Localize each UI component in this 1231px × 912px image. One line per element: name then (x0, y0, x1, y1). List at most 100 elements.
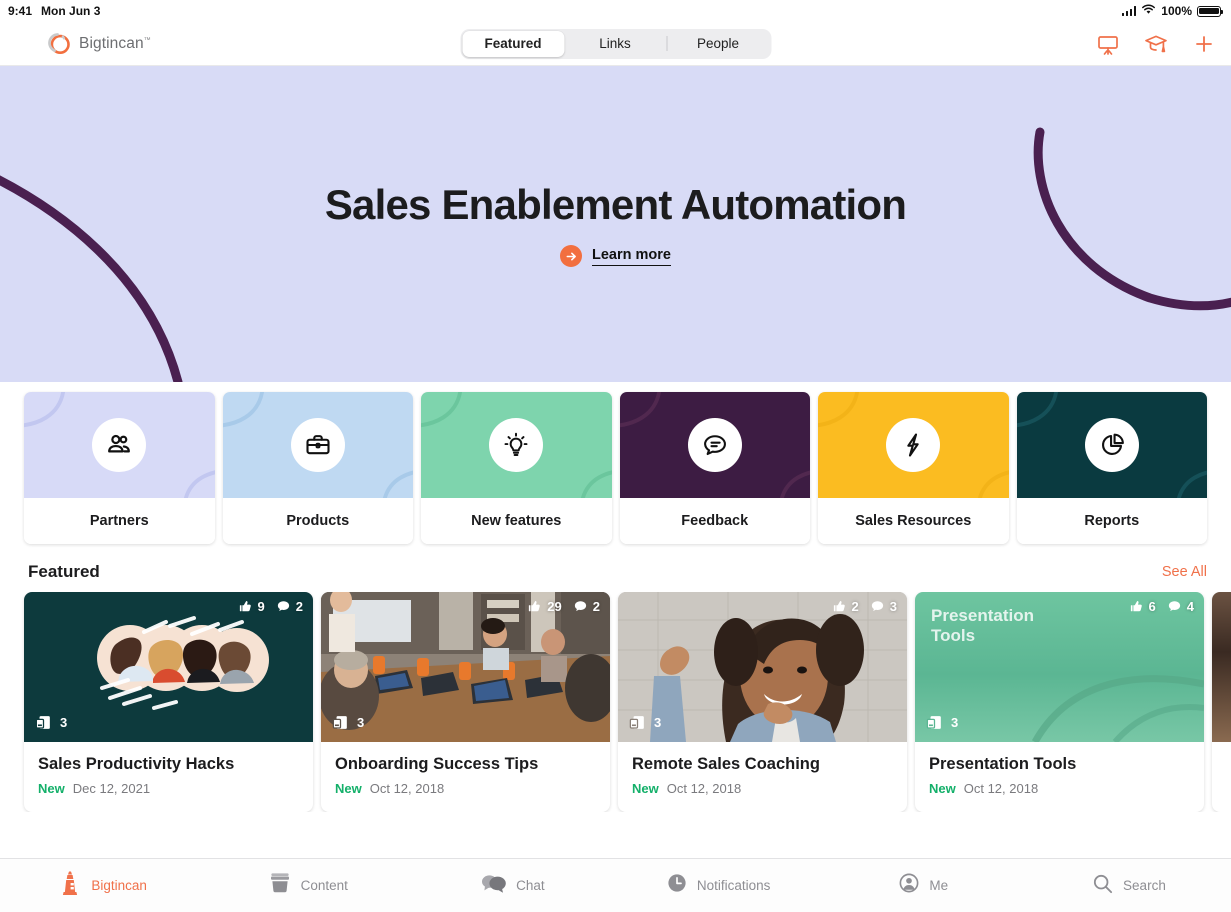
tile-partners-label: Partners (24, 498, 215, 544)
people-icon (92, 418, 147, 472)
card-stats: 6 4 (1129, 599, 1194, 614)
featured-card[interactable]: Presentation Tools 6 4 3 Presentation To… (915, 592, 1204, 812)
tab-me[interactable]: Me (821, 872, 1026, 899)
featured-card-list[interactable]: 9 2 3 Sales Productivity Hacks New Dec 1… (0, 592, 1231, 812)
tile-sales-resources-thumb (818, 392, 1009, 498)
comment-stat: 2 (276, 599, 303, 614)
content-box-icon (268, 872, 292, 899)
hero-learn-more-button[interactable]: Learn more (560, 245, 671, 267)
arrow-right-circle-icon (560, 245, 582, 267)
like-count: 6 (1148, 599, 1156, 614)
hero-cta-label: Learn more (592, 247, 671, 266)
cellular-signal-icon (1121, 6, 1137, 16)
tab-bigtincan[interactable]: Bigtincan (0, 870, 205, 901)
document-count: 3 (654, 715, 662, 730)
tab-people[interactable]: People (667, 31, 769, 57)
thumbs-up-icon (529, 601, 541, 612)
comment-bubble-icon (871, 601, 883, 611)
chat-bubbles-icon (481, 872, 507, 899)
featured-card[interactable]: 2 3 3 Remote Sales Coaching New Oct 12, … (618, 592, 907, 812)
status-time: 9:41 (8, 4, 33, 18)
card-thumbnail: 2 3 3 (618, 592, 907, 742)
tile-sales-resources[interactable]: Sales Resources (818, 392, 1009, 544)
document-stack-icon (629, 716, 644, 729)
card-title: Sales Productivity Hacks (38, 755, 235, 773)
featured-card-partial[interactable] (1212, 592, 1231, 812)
brand-logo[interactable]: Bigtincan™ (0, 31, 151, 57)
card-thumbnail: Presentation Tools 6 4 3 (915, 592, 1204, 742)
card-title: Presentation Tools (929, 755, 1077, 773)
tab-links[interactable]: Links (564, 31, 666, 57)
tab-featured-label: Featured (484, 36, 542, 51)
tile-feedback[interactable]: Feedback (619, 392, 810, 544)
card-stats: 2 3 (832, 599, 897, 614)
card-thumbnail: 9 2 3 (24, 592, 313, 742)
card-meta: New Oct 12, 2018 (929, 781, 1190, 796)
status-bar: 9:41 Mon Jun 3 100% (0, 0, 1231, 22)
like-stat: 9 (238, 599, 265, 614)
see-all-link[interactable]: See All (1162, 564, 1207, 580)
tile-products-label: Products (222, 498, 413, 544)
wifi-icon (1141, 4, 1156, 18)
category-tiles: Partners Products New features Feedback … (0, 382, 1231, 544)
card-documents: 3 (331, 713, 364, 732)
battery-icon (1197, 5, 1224, 17)
thumbs-up-icon (1130, 601, 1142, 612)
like-stat: 6 (1129, 599, 1156, 614)
header-segmented-control[interactable]: Featured Links People (460, 28, 771, 59)
present-icon[interactable] (1095, 31, 1121, 57)
card-meta: New Oct 12, 2018 (632, 781, 893, 796)
comment-bubble-icon (1168, 601, 1180, 611)
bottom-tab-bar: Bigtincan Content Chat Notifications Me … (0, 858, 1231, 912)
new-badge: New (335, 781, 362, 796)
tab-search-label: Search (1123, 878, 1166, 893)
status-bar-left: 9:41 Mon Jun 3 (8, 4, 100, 18)
tile-products[interactable]: Products (222, 392, 413, 544)
featured-card[interactable]: 29 2 3 Onboarding Success Tips New Oct 1… (321, 592, 610, 812)
card-meta: New Dec 12, 2021 (38, 781, 299, 796)
status-bar-right: 100% (1121, 4, 1224, 18)
comment-count: 4 (1186, 599, 1194, 614)
card-thumbnail (1212, 592, 1231, 742)
lightning-bolt-icon (886, 418, 941, 472)
tile-new-features[interactable]: New features (421, 392, 612, 544)
hero-title: Sales Enablement Automation (324, 181, 907, 228)
tab-chat[interactable]: Chat (410, 872, 615, 899)
tab-links-label: Links (599, 36, 631, 51)
new-badge: New (38, 781, 65, 796)
card-documents: 3 (628, 713, 661, 732)
comment-stat: 4 (1167, 599, 1194, 614)
brand-name: Bigtincan™ (79, 34, 151, 52)
tile-feedback-thumb (619, 392, 810, 498)
tile-partners[interactable]: Partners (24, 392, 215, 544)
like-stat: 29 (527, 599, 562, 614)
lightbulb-icon (489, 418, 544, 472)
tile-reports-thumb (1016, 392, 1207, 498)
like-count: 9 (257, 599, 265, 614)
portrait-photo (618, 592, 907, 742)
trademark-mark: ™ (143, 36, 151, 44)
featured-card[interactable]: 9 2 3 Sales Productivity Hacks New Dec 1… (24, 592, 313, 812)
card-documents: 3 (34, 713, 67, 732)
new-badge: New (632, 781, 659, 796)
tab-notifications[interactable]: Notifications (616, 872, 821, 899)
meeting-room-photo (321, 592, 610, 742)
plus-icon[interactable] (1191, 31, 1217, 57)
tab-search[interactable]: Search (1026, 872, 1231, 900)
document-stack-icon (926, 716, 941, 729)
tab-featured[interactable]: Featured (462, 30, 564, 57)
card-date: Dec 12, 2021 (72, 781, 151, 796)
briefcase-icon (290, 418, 345, 472)
tab-bigtincan-label: Bigtincan (91, 878, 147, 893)
card-title: Onboarding Success Tips (335, 755, 539, 773)
comment-count: 3 (889, 599, 897, 614)
header-actions (1095, 31, 1217, 57)
card-body: Sales Productivity Hacks New Dec 12, 202… (24, 742, 313, 812)
card-body: Onboarding Success Tips New Oct 12, 2018 (321, 742, 610, 812)
hero-banner: Sales Enablement Automation Learn more (0, 66, 1231, 382)
document-count: 3 (60, 715, 68, 730)
graduation-cap-icon[interactable] (1143, 31, 1169, 57)
comment-count: 2 (295, 599, 303, 614)
tab-content[interactable]: Content (205, 872, 410, 899)
tile-reports[interactable]: Reports (1016, 392, 1207, 544)
